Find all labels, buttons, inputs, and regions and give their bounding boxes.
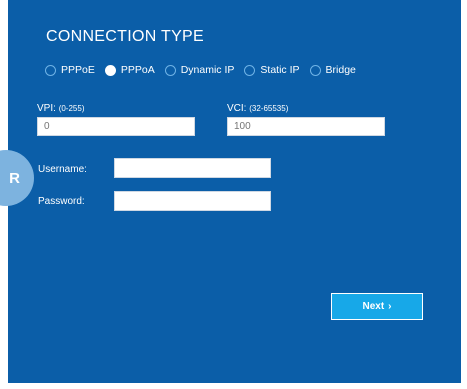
radio-dynamic-ip[interactable]: Dynamic IP bbox=[164, 64, 235, 76]
vci-label-text: VCI: bbox=[227, 103, 247, 114]
vci-hint: (32-65535) bbox=[249, 104, 289, 113]
radio-static-ip[interactable]: Static IP bbox=[244, 64, 300, 76]
page-title: CONNECTION TYPE bbox=[46, 28, 204, 45]
radio-circle-icon[interactable] bbox=[309, 64, 321, 76]
next-button[interactable]: Next › bbox=[331, 293, 423, 320]
radio-label-pppoa: PPPoA bbox=[120, 64, 155, 76]
password-label: Password: bbox=[38, 196, 85, 207]
vpi-hint: (0-255) bbox=[58, 104, 85, 113]
radio-circle-icon[interactable] bbox=[244, 64, 256, 76]
next-button-label: Next bbox=[362, 301, 385, 312]
username-label: Username: bbox=[38, 164, 87, 175]
vci-label: VCI: (32-65535) bbox=[227, 103, 288, 114]
radio-selected-icon[interactable] bbox=[104, 64, 116, 76]
radio-pppoa[interactable]: PPPoA bbox=[104, 64, 155, 76]
username-input[interactable] bbox=[114, 158, 271, 178]
vpi-label: VPI: (0-255) bbox=[37, 103, 84, 114]
side-badge-letter: R bbox=[9, 169, 20, 187]
vci-input[interactable] bbox=[227, 117, 385, 136]
radio-label-dynamic-ip: Dynamic IP bbox=[180, 64, 235, 76]
chevron-right-icon: › bbox=[388, 301, 392, 312]
radio-circle-icon[interactable] bbox=[45, 64, 56, 76]
radio-circle-icon[interactable] bbox=[164, 64, 176, 76]
connection-type-radio-group: PPPoE PPPoA Dynamic IP Static IP Bridge bbox=[45, 64, 366, 76]
vpi-label-text: VPI: bbox=[37, 103, 56, 114]
radio-label-static-ip: Static IP bbox=[260, 64, 300, 76]
radio-label-bridge: Bridge bbox=[325, 64, 356, 76]
radio-label-pppoe: PPPoE bbox=[61, 64, 95, 76]
vpi-input[interactable] bbox=[37, 117, 195, 136]
password-input[interactable] bbox=[114, 191, 271, 211]
radio-bridge[interactable]: Bridge bbox=[309, 64, 356, 76]
connection-panel: CONNECTION TYPE PPPoE PPPoA Dynamic IP S… bbox=[8, 0, 461, 383]
radio-pppoe[interactable]: PPPoE bbox=[45, 64, 95, 76]
